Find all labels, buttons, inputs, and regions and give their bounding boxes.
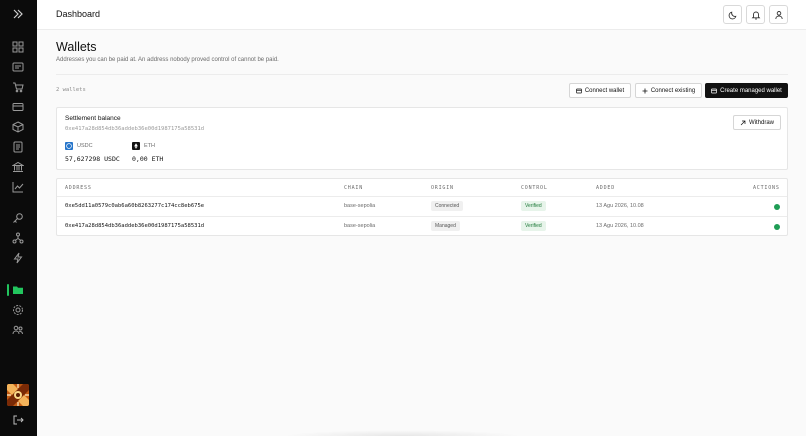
users-icon[interactable] bbox=[10, 322, 26, 338]
connect-existing-label: Connect existing bbox=[650, 87, 696, 94]
column-header-added: ADDED bbox=[596, 185, 616, 191]
table-row[interactable]: 0xe417a28d854db36addeb36e00d1987175a5853… bbox=[57, 217, 787, 237]
wallet-added: 13 Agu 2026, 10.08 bbox=[596, 203, 644, 209]
page-title: Wallets bbox=[56, 40, 97, 54]
usdc-amount: 57,627298 USDC bbox=[65, 155, 120, 163]
user-icon bbox=[774, 10, 784, 20]
usdc-icon bbox=[65, 142, 73, 150]
origin-badge: Connected bbox=[431, 201, 464, 211]
settlement-balance-label: Settlement balance bbox=[65, 115, 121, 122]
token-usdc: USDC bbox=[65, 142, 93, 150]
wallet-added: 13 Agu 2026, 10.08 bbox=[596, 223, 644, 229]
bolt-icon[interactable] bbox=[10, 250, 26, 266]
grid-icon[interactable] bbox=[10, 39, 26, 55]
notifications-button[interactable] bbox=[746, 5, 765, 24]
sidebar bbox=[0, 0, 37, 436]
control-badge: Verified bbox=[521, 221, 546, 231]
column-header-actions: ACTIONS bbox=[753, 185, 780, 191]
control-badge: Verified bbox=[521, 201, 546, 211]
sidebar-item-wallets[interactable] bbox=[5, 282, 32, 298]
key-icon[interactable] bbox=[10, 210, 26, 226]
settings-icon[interactable] bbox=[10, 302, 26, 318]
card-icon[interactable] bbox=[10, 99, 26, 115]
folder-icon bbox=[10, 284, 26, 296]
origin-badge: Managed bbox=[431, 221, 460, 231]
token-symbol: USDC bbox=[77, 143, 93, 149]
connect-existing-button[interactable]: Connect existing bbox=[635, 83, 702, 98]
settlement-address: 0xe417a28d854db36addeb36e00d1987175a5853… bbox=[65, 126, 205, 132]
chart-icon[interactable] bbox=[10, 179, 26, 195]
moon-icon bbox=[728, 10, 738, 20]
column-header-origin: ORIGIN bbox=[431, 185, 454, 191]
box-icon[interactable] bbox=[10, 119, 26, 135]
token-eth: ETH bbox=[132, 142, 155, 150]
column-header-control: CONTROL bbox=[521, 185, 548, 191]
column-header-address: ADDRESS bbox=[65, 185, 92, 191]
wallet-chain: base-sepolia bbox=[344, 223, 376, 229]
cart-icon[interactable] bbox=[10, 79, 26, 95]
eth-amount: 0,00 ETH bbox=[132, 155, 164, 163]
create-managed-wallet-button[interactable]: Create managed wallet bbox=[705, 83, 788, 98]
divider bbox=[56, 74, 788, 75]
expand-icon[interactable] bbox=[10, 6, 26, 22]
wallet-address: 0xe417a28d854db36addeb36e00d1987175a5853… bbox=[65, 223, 205, 229]
token-symbol: ETH bbox=[144, 143, 155, 149]
arrow-up-right-icon bbox=[740, 120, 746, 126]
settlement-balance-card: Settlement balance 0xe417a28d854db36adde… bbox=[56, 107, 788, 170]
withdraw-label: Withdraw bbox=[748, 119, 774, 126]
network-icon[interactable] bbox=[10, 230, 26, 246]
document-icon[interactable] bbox=[10, 139, 26, 155]
wallet-icon bbox=[575, 88, 582, 94]
bank-icon[interactable] bbox=[10, 159, 26, 175]
wallet-address: 0xe5dd11a0579c0ab6a60b8263277c174cc8eb67… bbox=[65, 203, 205, 209]
avatar[interactable] bbox=[7, 384, 29, 406]
table-row[interactable]: 0xe5dd11a0579c0ab6a60b8263277c174cc8eb67… bbox=[57, 197, 787, 217]
eth-icon bbox=[132, 142, 140, 150]
logout-icon[interactable] bbox=[10, 412, 26, 428]
page-subtitle: Addresses you can be paid at. An address… bbox=[56, 57, 279, 63]
connect-wallet-label: Connect wallet bbox=[584, 87, 625, 94]
inbox-icon[interactable] bbox=[10, 59, 26, 75]
wallets-table: ADDRESS CHAIN ORIGIN CONTROL ADDED ACTIO… bbox=[56, 178, 788, 236]
wallet-icon bbox=[711, 88, 717, 94]
top-bar: Dashboard bbox=[37, 0, 806, 30]
theme-toggle-button[interactable] bbox=[723, 5, 742, 24]
status-dot[interactable] bbox=[774, 224, 780, 230]
bell-icon bbox=[751, 10, 761, 20]
account-button[interactable] bbox=[769, 5, 788, 24]
withdraw-button[interactable]: Withdraw bbox=[733, 115, 781, 130]
wallet-count: 2 wallets bbox=[56, 87, 86, 93]
page-header-title: Dashboard bbox=[56, 9, 101, 19]
bottom-shadow bbox=[282, 430, 522, 436]
connect-wallet-button[interactable]: Connect wallet bbox=[569, 83, 631, 98]
active-indicator bbox=[7, 284, 9, 296]
status-dot[interactable] bbox=[774, 204, 780, 210]
plus-icon bbox=[642, 88, 648, 94]
create-managed-wallet-label: Create managed wallet bbox=[720, 87, 782, 94]
wallet-chain: base-sepolia bbox=[344, 203, 376, 209]
column-header-chain: CHAIN bbox=[344, 185, 364, 191]
